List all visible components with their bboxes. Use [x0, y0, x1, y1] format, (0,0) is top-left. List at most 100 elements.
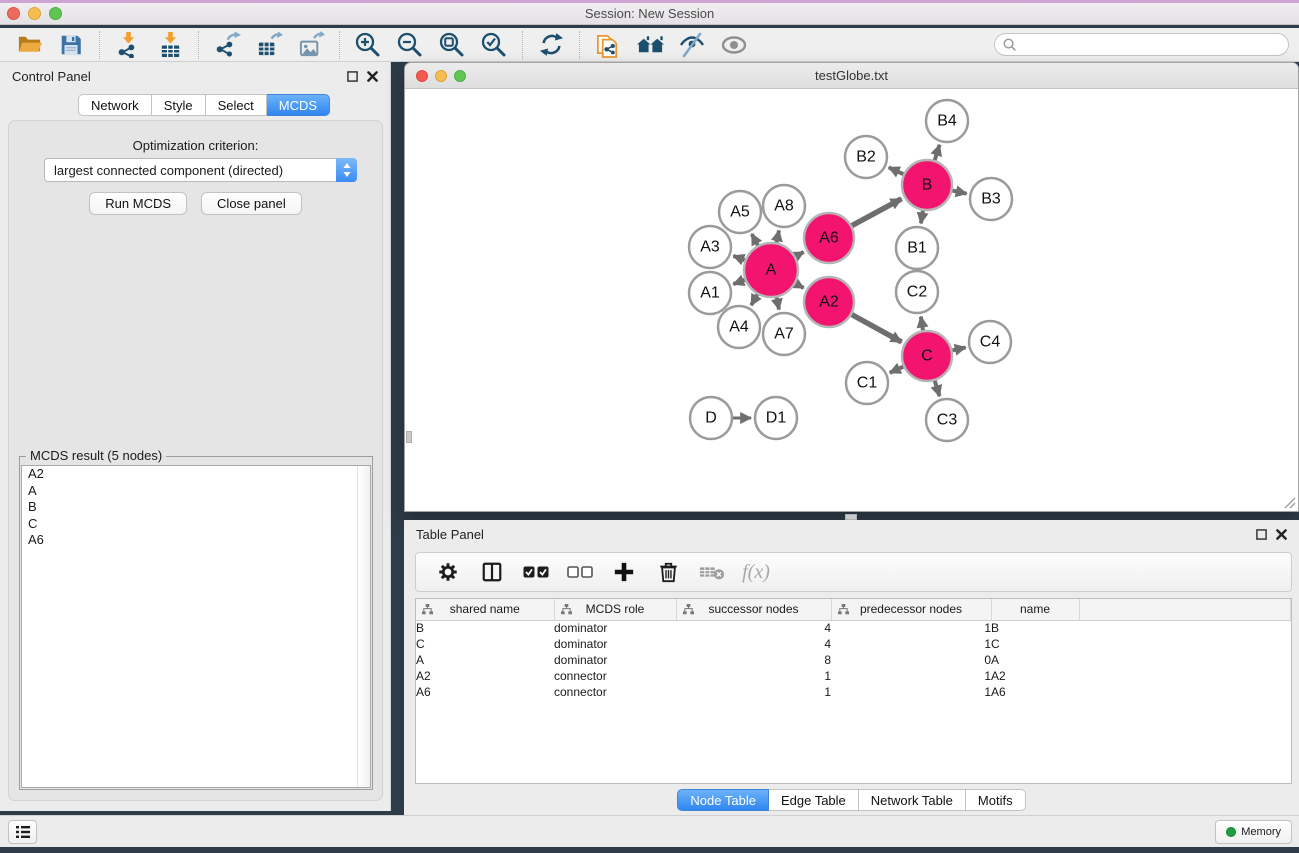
- search-input[interactable]: [1017, 36, 1288, 54]
- graph-node-A3[interactable]: A3: [689, 226, 731, 268]
- column-header-mcds-role[interactable]: MCDS role: [554, 599, 676, 620]
- first-neighbors-icon[interactable]: [593, 30, 623, 60]
- close-panel-button[interactable]: Close panel: [201, 192, 302, 215]
- graph-node-D[interactable]: D: [690, 397, 732, 439]
- tab-mcds[interactable]: MCDS: [267, 94, 330, 116]
- refresh-icon[interactable]: [536, 30, 566, 60]
- graph-node-B3[interactable]: B3: [970, 178, 1012, 220]
- mcds-result-item[interactable]: B: [22, 499, 370, 516]
- table-cell[interactable]: dominator: [554, 652, 676, 668]
- table-tab-network-table[interactable]: Network Table: [859, 789, 966, 811]
- graph-node-A6[interactable]: A6: [804, 213, 854, 263]
- table-cell[interactable]: C: [991, 636, 1079, 652]
- tab-select[interactable]: Select: [206, 94, 267, 116]
- graph-node-C4[interactable]: C4: [969, 321, 1011, 363]
- table-cell[interactable]: 4: [676, 620, 831, 636]
- import-network-icon[interactable]: [113, 30, 143, 60]
- select-all-icon[interactable]: [521, 557, 551, 587]
- graph-node-C3[interactable]: C3: [926, 399, 968, 441]
- network-minimize-button[interactable]: [435, 70, 447, 82]
- zoom-window-button[interactable]: [49, 7, 62, 20]
- network-window-titlebar[interactable]: testGlobe.txt: [405, 63, 1298, 89]
- mcds-result-list[interactable]: A2ABCA6: [21, 465, 371, 788]
- table-cell[interactable]: 1: [831, 684, 991, 700]
- table-row[interactable]: Cdominator41C: [416, 636, 1291, 652]
- home-icon[interactable]: [635, 30, 665, 60]
- graph-node-D1[interactable]: D1: [755, 397, 797, 439]
- table-cell[interactable]: C: [416, 636, 554, 652]
- zoom-out-icon[interactable]: [395, 30, 425, 60]
- delete-column-icon[interactable]: [653, 557, 683, 587]
- open-session-icon[interactable]: [14, 30, 44, 60]
- graph-node-A7[interactable]: A7: [763, 313, 805, 355]
- task-history-button[interactable]: [8, 820, 37, 844]
- float-panel-icon[interactable]: [347, 71, 358, 82]
- export-table-icon[interactable]: [254, 30, 284, 60]
- graph-node-A[interactable]: A: [744, 243, 798, 297]
- canvas-vertical-scrollbar[interactable]: [406, 431, 412, 443]
- zoom-selected-icon[interactable]: [479, 30, 509, 60]
- memory-button[interactable]: Memory: [1215, 820, 1292, 844]
- table-cell[interactable]: 8: [676, 652, 831, 668]
- graph-node-B[interactable]: B: [902, 160, 952, 210]
- network-close-button[interactable]: [416, 70, 428, 82]
- table-cell[interactable]: B: [416, 620, 554, 636]
- table-cell[interactable]: 0: [831, 652, 991, 668]
- minimize-window-button[interactable]: [28, 7, 41, 20]
- table-cell[interactable]: A: [416, 652, 554, 668]
- network-zoom-button[interactable]: [454, 70, 466, 82]
- table-cell[interactable]: 4: [676, 636, 831, 652]
- table-cell[interactable]: 1: [676, 684, 831, 700]
- show-columns-icon[interactable]: [477, 557, 507, 587]
- table-tab-node-table[interactable]: Node Table: [677, 789, 769, 811]
- table-cell[interactable]: 1: [676, 668, 831, 684]
- graph-node-B2[interactable]: B2: [845, 136, 887, 178]
- column-header-name[interactable]: name: [991, 599, 1079, 620]
- result-list-scrollbar[interactable]: [357, 466, 370, 787]
- close-window-button[interactable]: [7, 7, 20, 20]
- mcds-result-item[interactable]: A: [22, 483, 370, 500]
- table-cell[interactable]: dominator: [554, 620, 676, 636]
- graph-node-C[interactable]: C: [902, 331, 952, 381]
- network-canvas[interactable]: AA6A2BCA1A3A4A5A7A8B1B2B3B4C1C2C3C4DD1: [406, 89, 1297, 511]
- graph-node-C2[interactable]: C2: [896, 271, 938, 313]
- table-cell[interactable]: dominator: [554, 636, 676, 652]
- zoom-in-icon[interactable]: [353, 30, 383, 60]
- hide-details-icon[interactable]: [677, 30, 707, 60]
- run-mcds-button[interactable]: Run MCDS: [89, 192, 187, 215]
- criterion-dropdown[interactable]: largest connected component (directed): [44, 158, 357, 182]
- table-row[interactable]: Bdominator41B: [416, 620, 1291, 636]
- table-cell[interactable]: A2: [991, 668, 1079, 684]
- mcds-result-item[interactable]: C: [22, 516, 370, 533]
- birds-eye-icon[interactable]: [719, 30, 749, 60]
- graph-node-A4[interactable]: A4: [718, 306, 760, 348]
- graph-node-B4[interactable]: B4: [926, 100, 968, 142]
- window-resize-grip[interactable]: [1282, 495, 1296, 509]
- close-table-panel-icon[interactable]: [1276, 529, 1287, 540]
- column-header-predecessor-nodes[interactable]: predecessor nodes: [831, 599, 991, 620]
- table-row[interactable]: A2connector11A2: [416, 668, 1291, 684]
- column-header-shared-name[interactable]: shared name: [416, 599, 554, 620]
- table-cell[interactable]: connector: [554, 684, 676, 700]
- zoom-fit-icon[interactable]: [437, 30, 467, 60]
- tab-style[interactable]: Style: [152, 94, 206, 116]
- table-cell[interactable]: A6: [416, 684, 554, 700]
- table-settings-gear-icon[interactable]: [433, 557, 463, 587]
- graph-node-A2[interactable]: A2: [804, 277, 854, 327]
- graph-node-B1[interactable]: B1: [896, 227, 938, 269]
- table-row[interactable]: A6connector11A6: [416, 684, 1291, 700]
- add-column-icon[interactable]: [609, 557, 639, 587]
- deselect-all-icon[interactable]: [565, 557, 595, 587]
- tab-network[interactable]: Network: [78, 94, 152, 116]
- mcds-result-item[interactable]: A2: [22, 466, 370, 483]
- table-cell[interactable]: 1: [831, 620, 991, 636]
- save-session-icon[interactable]: [56, 30, 86, 60]
- table-tab-edge-table[interactable]: Edge Table: [769, 789, 859, 811]
- close-panel-icon[interactable]: [367, 71, 378, 82]
- table-row[interactable]: Adominator80A: [416, 652, 1291, 668]
- table-cell[interactable]: B: [991, 620, 1079, 636]
- graph-node-A1[interactable]: A1: [689, 272, 731, 314]
- table-cell[interactable]: A6: [991, 684, 1079, 700]
- export-network-icon[interactable]: [212, 30, 242, 60]
- table-cell[interactable]: A2: [416, 668, 554, 684]
